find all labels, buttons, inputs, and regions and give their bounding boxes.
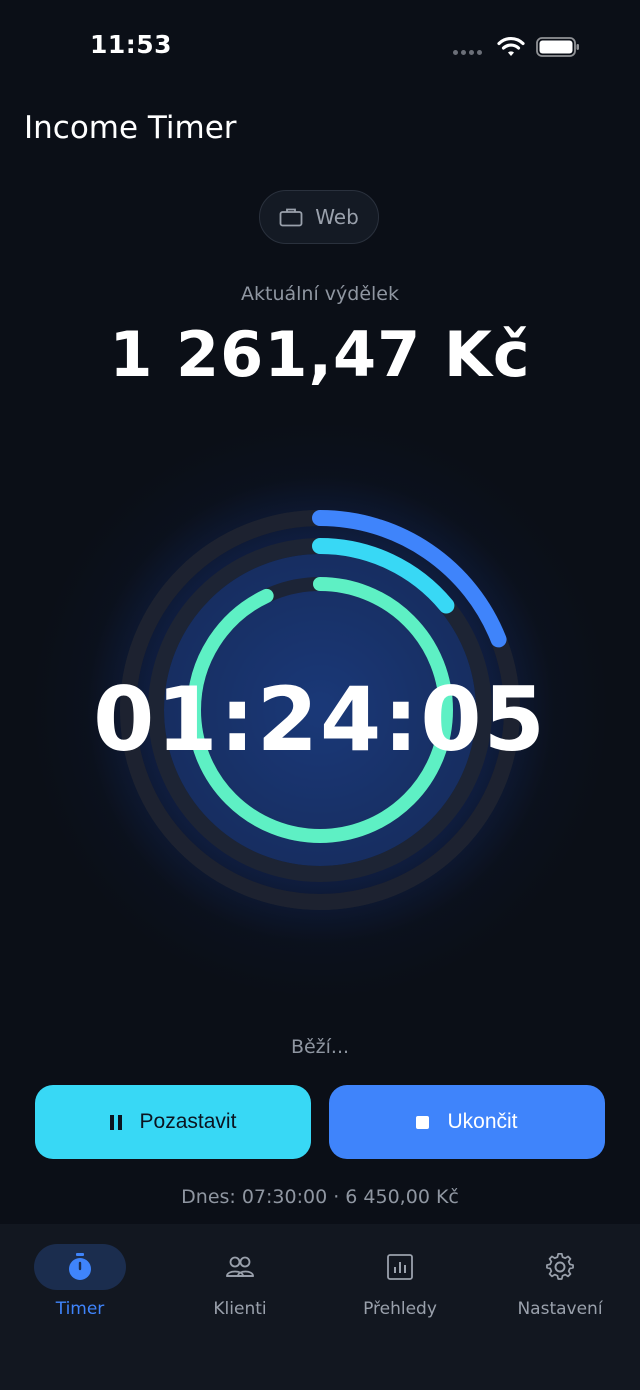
- tab-label: Klienti: [213, 1299, 267, 1319]
- tab-settings[interactable]: Nastavení: [480, 1224, 640, 1344]
- tab-label: Nastavení: [517, 1299, 603, 1319]
- battery-icon: [536, 37, 579, 57]
- project-selector-chip[interactable]: Web: [259, 190, 379, 244]
- wifi-icon: [497, 36, 525, 56]
- stop-icon: [416, 1115, 430, 1129]
- stopwatch-icon: [69, 1253, 91, 1280]
- tab-reports[interactable]: Přehledy: [320, 1224, 480, 1344]
- pause-icon: [109, 1114, 122, 1130]
- status-bar: 11:53: [0, 0, 640, 95]
- tab-timer[interactable]: Timer: [0, 1224, 160, 1344]
- gear-icon: [546, 1252, 574, 1280]
- stop-button-label: Ukončit: [447, 1110, 518, 1133]
- pause-button-label: Pozastavit: [139, 1110, 237, 1133]
- tab-clients[interactable]: Klienti: [160, 1224, 320, 1344]
- pause-button[interactable]: Pozastavit: [35, 1085, 311, 1159]
- status-time: 11:53: [90, 30, 173, 59]
- earnings-value: 1 261,47 Kč: [109, 318, 531, 391]
- cellular-signal-icon: [453, 50, 482, 55]
- tab-bar: Timer Klienti Přehledy Nastavení: [0, 1224, 640, 1390]
- timer-state: Běží...: [290, 1036, 350, 1058]
- project-name: Web: [315, 205, 359, 229]
- stop-button[interactable]: Ukončit: [329, 1085, 605, 1159]
- briefcase-icon: [279, 208, 303, 227]
- elapsed-time: 01:24:05: [93, 668, 547, 771]
- tab-label: Timer: [55, 1299, 105, 1319]
- app-title: Income Timer: [24, 110, 237, 146]
- tab-label: Přehledy: [363, 1299, 437, 1319]
- users-icon: [226, 1256, 254, 1277]
- bar-chart-icon: [387, 1254, 413, 1280]
- earnings-label: Aktuální výdělek: [241, 283, 399, 305]
- today-summary: Dnes: 07:30:00 · 6 450,00 Kč: [181, 1186, 459, 1208]
